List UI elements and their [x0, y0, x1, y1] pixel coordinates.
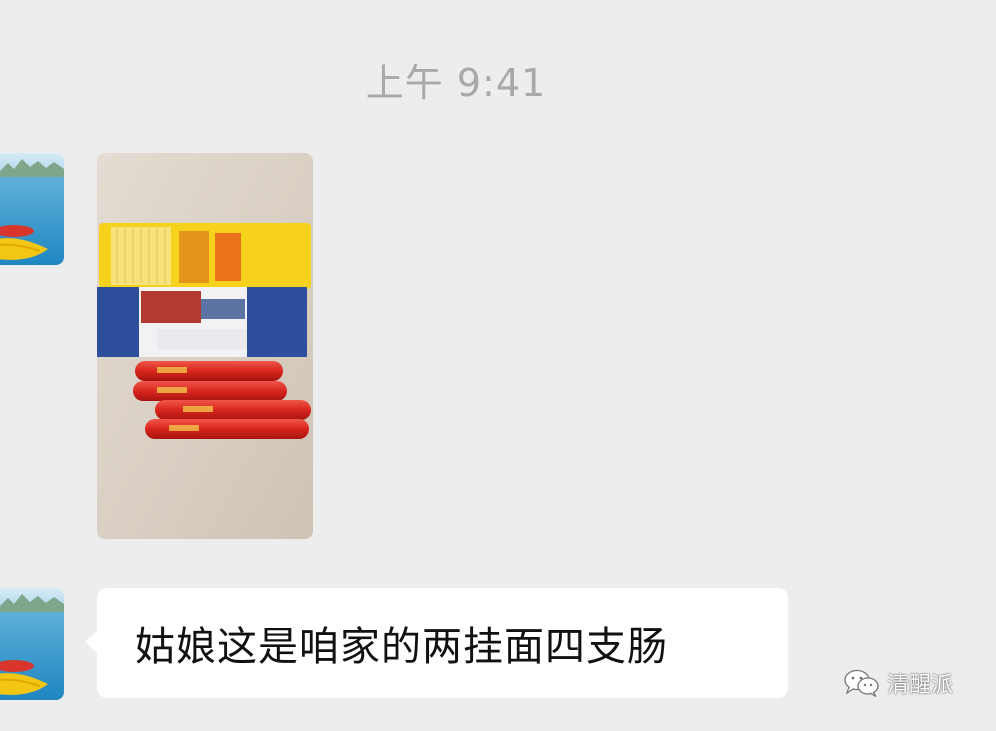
image-message[interactable] [97, 153, 313, 539]
contact-avatar[interactable] [0, 153, 64, 265]
wechat-icon [844, 669, 879, 698]
chat-window: 上午 9:41 姑娘这是咱家的两挂面四支肠 清醒派 [0, 0, 996, 731]
watermark-text: 清醒派 [887, 673, 954, 698]
text-message[interactable]: 姑娘这是咱家的两挂面四支肠 [85, 588, 788, 698]
message-text: 姑娘这是咱家的两挂面四支肠 [135, 624, 668, 670]
photo-noodles-sausages [97, 153, 313, 539]
landscape-avatar-image [0, 588, 64, 700]
watermark: 清醒派 [843, 667, 953, 699]
contact-avatar[interactable] [0, 588, 64, 700]
message-timestamp: 上午 9:41 [365, 61, 547, 105]
landscape-avatar-image [0, 153, 64, 265]
